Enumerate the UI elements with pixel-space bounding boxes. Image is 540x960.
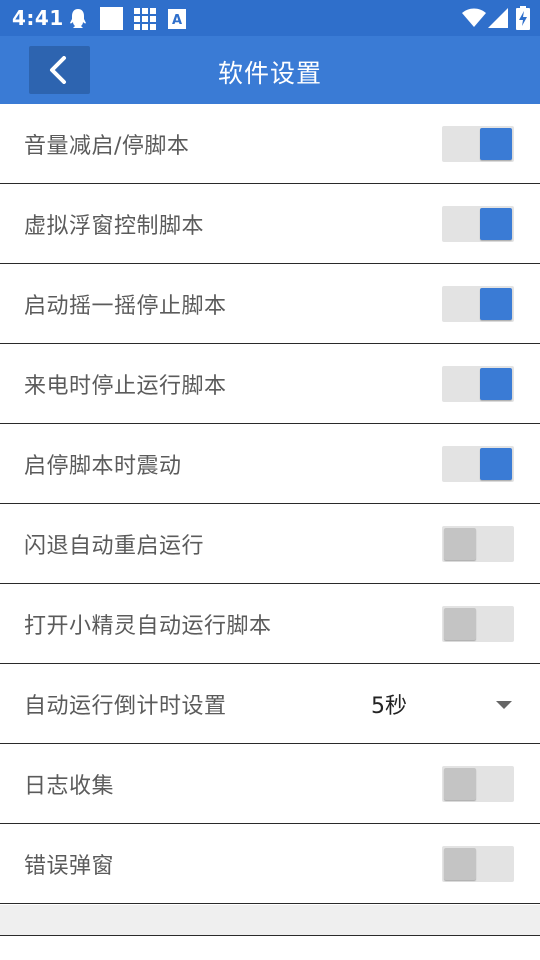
volume-toggle-switch[interactable] <box>442 126 514 162</box>
setting-label: 启动摇一摇停止脚本 <box>24 294 227 319</box>
switch-thumb <box>480 368 512 400</box>
switch-thumb <box>444 768 476 800</box>
setting-label: 错误弹窗 <box>24 854 115 879</box>
countdown-select-value[interactable]: 5秒 <box>371 688 407 720</box>
setting-row-countdown[interactable]: 自动运行倒计时设置 5秒 <box>0 664 540 744</box>
call-stop-switch[interactable] <box>442 366 514 402</box>
setting-label: 虚拟浮窗控制脚本 <box>24 214 205 239</box>
toolbar: 软件设置 <box>0 36 540 104</box>
vibrate-switch[interactable] <box>442 446 514 482</box>
settings-list: 音量减启/停脚本 虚拟浮窗控制脚本 启动摇一摇停止脚本 来电时停止运行脚本 启停… <box>0 104 540 904</box>
grid-apps-icon <box>134 8 156 30</box>
auto-run-switch[interactable] <box>442 606 514 642</box>
crash-restart-switch[interactable] <box>442 526 514 562</box>
setting-row-call-stop: 来电时停止运行脚本 <box>0 344 540 424</box>
setting-row-float-window: 虚拟浮窗控制脚本 <box>0 184 540 264</box>
setting-row-auto-run: 打开小精灵自动运行脚本 <box>0 584 540 664</box>
switch-thumb <box>480 208 512 240</box>
dropdown-arrow-icon[interactable] <box>496 701 512 709</box>
status-bar: 4:41 A <box>0 0 540 36</box>
status-time: 4:41 <box>12 6 64 30</box>
float-window-switch[interactable] <box>442 206 514 242</box>
setting-row-volume-toggle: 音量减启/停脚本 <box>0 104 540 184</box>
svg-text:A: A <box>172 13 182 28</box>
setting-row-vibrate: 启停脚本时震动 <box>0 424 540 504</box>
setting-label: 音量减启/停脚本 <box>24 134 190 159</box>
setting-label: 启停脚本时震动 <box>24 454 182 479</box>
switch-thumb <box>444 848 476 880</box>
setting-label: 日志收集 <box>24 774 115 799</box>
error-popup-switch[interactable] <box>442 846 514 882</box>
switch-thumb <box>444 528 476 560</box>
setting-row-log-collect: 日志收集 <box>0 744 540 824</box>
wifi-icon <box>462 8 486 28</box>
setting-row-shake-stop: 启动摇一摇停止脚本 <box>0 264 540 344</box>
switch-thumb <box>480 288 512 320</box>
switch-thumb <box>444 608 476 640</box>
cell-signal-icon <box>488 8 508 28</box>
text-a-icon: A <box>168 9 186 29</box>
setting-label: 闪退自动重启运行 <box>24 534 205 559</box>
setting-label: 来电时停止运行脚本 <box>24 374 227 399</box>
qq-penguin-icon <box>68 8 88 30</box>
setting-row-crash-restart: 闪退自动重启运行 <box>0 504 540 584</box>
battery-charging-icon <box>516 6 530 30</box>
page-title: 软件设置 <box>217 59 322 88</box>
white-square-icon <box>100 7 123 30</box>
shake-stop-switch[interactable] <box>442 286 514 322</box>
switch-thumb <box>480 448 512 480</box>
setting-row-error-popup: 错误弹窗 <box>0 824 540 904</box>
setting-label: 自动运行倒计时设置 <box>24 694 227 719</box>
log-collect-switch[interactable] <box>442 766 514 802</box>
switch-thumb <box>480 128 512 160</box>
setting-label: 打开小精灵自动运行脚本 <box>24 614 272 639</box>
footer-band <box>0 905 540 936</box>
